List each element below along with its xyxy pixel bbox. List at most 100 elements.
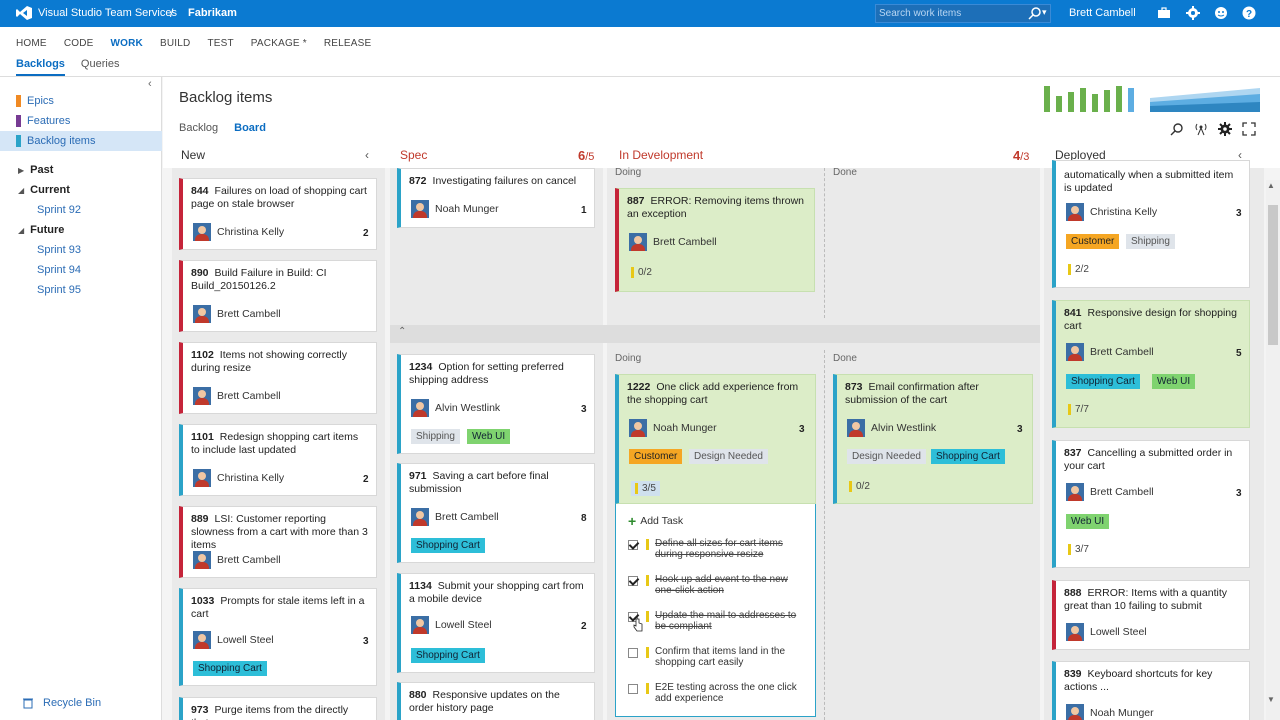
card-tag[interactable]: Customer	[1066, 234, 1120, 249]
work-item-card[interactable]: 872 Investigating failures on cancel Noah…	[397, 168, 595, 228]
hub-package[interactable]: PACKAGE *	[251, 38, 307, 49]
sprint-95[interactable]: Sprint 95	[37, 284, 81, 296]
task-progress[interactable]: 3/5	[631, 481, 660, 496]
vs-logo-icon[interactable]	[16, 6, 32, 20]
scrollbar-thumb[interactable]	[1268, 205, 1278, 345]
card-tag[interactable]: Shopping Cart	[411, 648, 485, 663]
work-item-card[interactable]: 1222 One click add experience from the sh…	[615, 374, 816, 504]
search-icon[interactable]	[1028, 6, 1042, 20]
task-item[interactable]: Update the mail to addresses to be compl…	[628, 610, 808, 632]
help-icon[interactable]: ?	[1241, 5, 1257, 21]
column-spec-header[interactable]: Spec	[400, 148, 427, 162]
card-tag[interactable]: Web UI	[1066, 514, 1110, 529]
card-assignee[interactable]: Lowell Steel	[411, 616, 492, 634]
hub-release[interactable]: RELEASE	[324, 38, 372, 49]
swimlane-toggle-icon[interactable]: ⌃	[398, 326, 406, 337]
fullscreen-icon[interactable]	[1242, 122, 1256, 136]
sprint-94[interactable]: Sprint 94	[37, 264, 81, 276]
backlog-features[interactable]: Features	[16, 112, 70, 130]
card-assignee[interactable]: Noah Munger	[411, 200, 499, 218]
work-item-card[interactable]: 888 ERROR: Items with a quantity great th…	[1052, 580, 1250, 650]
task-checkbox[interactable]	[628, 648, 638, 658]
card-assignee[interactable]: Christina Kelly	[193, 469, 284, 487]
card-assignee[interactable]: Brett Cambell	[1066, 483, 1154, 501]
iteration-past[interactable]: ▶ Past	[18, 164, 53, 176]
collapse-pane-icon[interactable]: ‹	[148, 78, 152, 90]
collapse-column-icon[interactable]: ‹	[365, 148, 369, 162]
iteration-future[interactable]: ◢ Future	[18, 224, 64, 236]
card-assignee[interactable]: Lowell Steel	[193, 631, 274, 649]
tab-board[interactable]: Board	[234, 122, 266, 134]
iteration-current[interactable]: ◢ Current	[18, 184, 70, 196]
card-tag[interactable]: Design Needed	[847, 449, 926, 464]
user-menu[interactable]: Brett Cambell	[1069, 7, 1136, 19]
task-item[interactable]: Define all sizes for cart items during r…	[628, 538, 808, 560]
card-assignee[interactable]: Christina Kelly	[193, 223, 284, 241]
card-assignee[interactable]: Alvin Westlink	[411, 399, 500, 417]
hub-code[interactable]: CODE	[64, 38, 94, 49]
work-item-card[interactable]: 844 Failures on load of shopping cart pag…	[179, 178, 377, 250]
task-item[interactable]: Confirm that items land in the shopping …	[628, 646, 808, 668]
card-assignee[interactable]: Christina Kelly	[1066, 203, 1157, 221]
expand-icon[interactable]: ▶	[18, 166, 24, 175]
card-assignee[interactable]: Lowell Steel	[1066, 623, 1147, 641]
task-title[interactable]: Hook up add event to the new one-click a…	[655, 574, 808, 596]
work-item-card[interactable]: 973Purge items from the directly that	[179, 697, 377, 720]
recycle-bin[interactable]: Recycle Bin	[22, 697, 101, 709]
card-tag[interactable]: Design Needed	[689, 449, 768, 464]
column-new-header[interactable]: New	[181, 148, 205, 162]
task-progress[interactable]: 3/7	[1068, 544, 1089, 555]
work-item-card[interactable]: 1033 Prompts for stale items left in a ca…	[179, 588, 377, 686]
task-progress[interactable]: 2/2	[1068, 264, 1089, 275]
card-assignee[interactable]: Brett Cambell	[193, 305, 281, 323]
task-checkbox[interactable]	[628, 540, 638, 550]
smiley-icon[interactable]	[1213, 5, 1229, 21]
collapse-icon[interactable]: ◢	[18, 226, 24, 235]
card-assignee[interactable]: Alvin Westlink	[847, 419, 936, 437]
task-item[interactable]: Hook up add event to the new one-click a…	[628, 574, 808, 596]
scroll-up-icon[interactable]: ▲	[1267, 181, 1275, 190]
search-box[interactable]: ▾	[875, 4, 1051, 23]
card-assignee[interactable]: Noah Munger	[1066, 704, 1154, 720]
work-item-card[interactable]: 837 Cancelling a submitted order in your …	[1052, 440, 1250, 568]
task-checkbox[interactable]	[628, 576, 638, 586]
task-progress[interactable]: 0/2	[631, 267, 652, 278]
backlog-epics[interactable]: Epics	[16, 92, 54, 110]
task-progress[interactable]: 7/7	[1068, 404, 1089, 415]
work-item-card[interactable]: 1134 Submit your shopping cart from a mob…	[397, 573, 595, 673]
tab-queries[interactable]: Queries	[81, 58, 120, 76]
work-item-card[interactable]: 971 Saving a cart before final submission…	[397, 463, 595, 563]
card-tag[interactable]: Web UI	[467, 429, 511, 444]
hub-test[interactable]: TEST	[207, 38, 233, 49]
work-item-card[interactable]: 1102 Items not showing correctly during r…	[179, 342, 377, 414]
add-task-button[interactable]: + Add Task	[628, 513, 683, 529]
work-item-card[interactable]: automatically when a submitted item is u…	[1052, 160, 1250, 288]
task-progress[interactable]: 0/2	[849, 481, 870, 492]
velocity-chart-icon[interactable]	[1042, 84, 1138, 112]
scroll-down-icon[interactable]: ▼	[1267, 695, 1275, 704]
card-tag[interactable]: Shopping Cart	[411, 538, 485, 553]
work-item-card[interactable]: 887 ERROR: Removing items thrown an excep…	[615, 188, 815, 292]
search-icon[interactable]	[1170, 122, 1184, 136]
work-item-card[interactable]: 1101 Redesign shopping cart items to incl…	[179, 424, 377, 496]
work-item-card[interactable]: 1234 Option for setting preferred shippin…	[397, 354, 595, 454]
work-item-card[interactable]: 841 Responsive design for shopping cart B…	[1052, 300, 1250, 428]
card-assignee[interactable]: Brett Cambell	[1066, 343, 1154, 361]
task-title[interactable]: Confirm that items land in the shopping …	[655, 646, 808, 668]
card-assignee[interactable]: Brett Cambell	[629, 233, 717, 251]
task-title[interactable]: E2E testing across the one click add exp…	[655, 682, 808, 704]
sprint-93[interactable]: Sprint 93	[37, 244, 81, 256]
card-tag[interactable]: Shipping	[411, 429, 460, 444]
briefcase-icon[interactable]	[1156, 5, 1172, 21]
gear-icon[interactable]	[1185, 5, 1201, 21]
hub-work[interactable]: WORK	[111, 38, 143, 49]
settings-gear-icon[interactable]	[1218, 122, 1232, 136]
card-tag[interactable]: Customer	[629, 449, 683, 464]
card-assignee[interactable]: Noah Munger	[629, 419, 717, 437]
cumulative-flow-icon[interactable]	[1150, 84, 1260, 112]
hub-home[interactable]: HOME	[16, 38, 47, 49]
work-item-card[interactable]: 873 Email confirmation after submission o…	[833, 374, 1033, 504]
task-item[interactable]: E2E testing across the one click add exp…	[628, 682, 808, 704]
hub-build[interactable]: BUILD	[160, 38, 190, 49]
task-checkbox[interactable]	[628, 684, 638, 694]
